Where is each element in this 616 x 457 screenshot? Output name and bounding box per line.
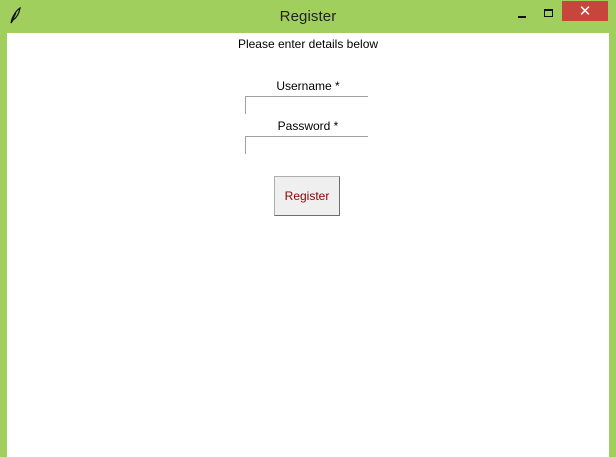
title-bar[interactable]: Register ✕	[0, 0, 616, 33]
password-input[interactable]	[245, 136, 368, 154]
register-button[interactable]: Register	[274, 176, 340, 216]
maximize-button[interactable]	[540, 4, 558, 24]
minimize-button[interactable]	[514, 4, 532, 24]
register-window: Register ✕ Please enter details below Us…	[0, 0, 616, 457]
client-area: Please enter details below Username * Pa…	[7, 33, 609, 457]
username-label: Username *	[276, 79, 340, 93]
username-input[interactable]	[245, 96, 368, 114]
password-label: Password *	[277, 119, 339, 133]
close-button[interactable]: ✕	[562, 1, 608, 21]
instructions-text: Please enter details below	[237, 37, 379, 51]
